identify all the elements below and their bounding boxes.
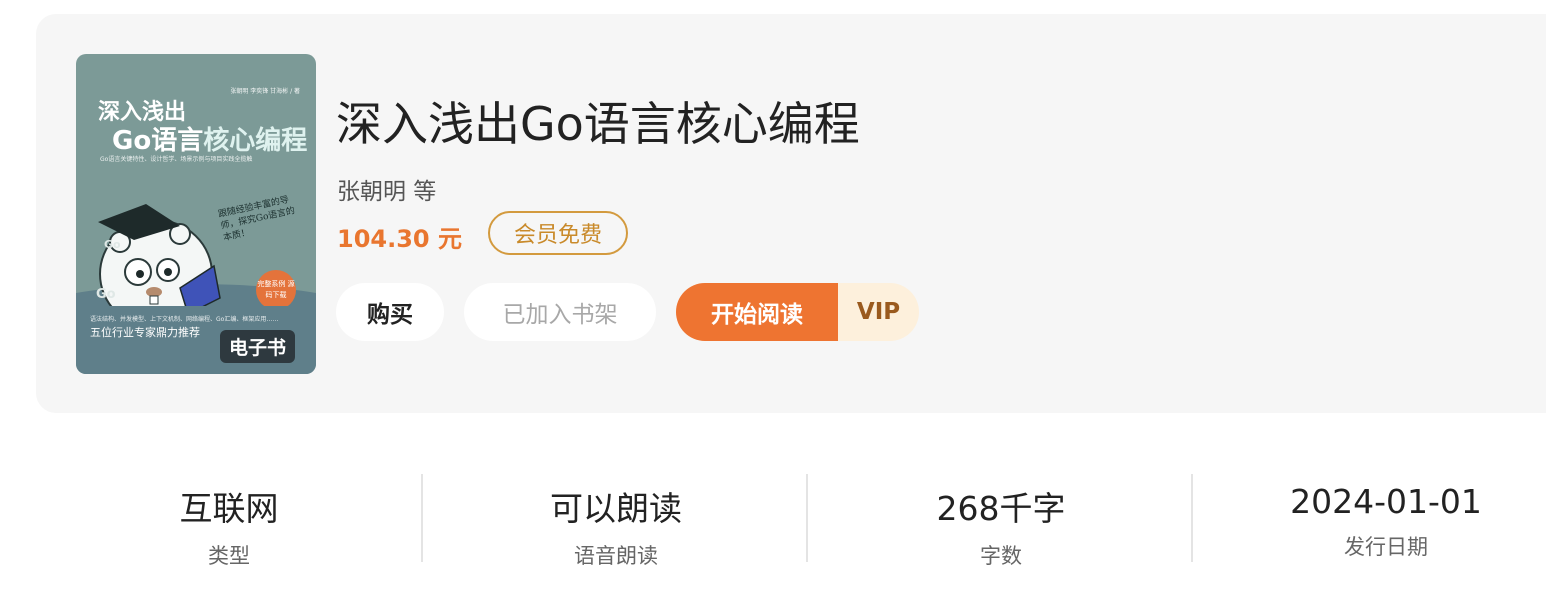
ebook-badge: 电子书 bbox=[220, 330, 296, 363]
cover-authors: 张朝明 李奕锋 甘海彬 / 著 bbox=[230, 88, 300, 95]
stat-word-count: 268千字 字数 bbox=[808, 474, 1194, 568]
stat-value: 2024-01-01 bbox=[1290, 482, 1482, 521]
stat-label: 类型 bbox=[208, 544, 250, 568]
start-reading-label: 开始阅读 bbox=[676, 283, 838, 341]
cover-sticker: 完整系例 源码下载 bbox=[256, 270, 296, 310]
svg-text:Go: Go bbox=[96, 287, 116, 302]
stat-value: 可以朗读 bbox=[550, 489, 682, 528]
start-reading-button[interactable]: 开始阅读 VIP bbox=[676, 283, 919, 341]
book-price: 104.30 元 bbox=[337, 225, 462, 253]
stat-release-date: 2024-01-01 发行日期 bbox=[1193, 474, 1546, 564]
buy-button[interactable]: 购买 bbox=[336, 283, 444, 341]
cover-title-go: Go语言 bbox=[112, 126, 204, 156]
stat-divider bbox=[1191, 474, 1193, 562]
cover-subtitle: Go语言关键特性、设计哲学、场景示例与项目实践全揽触 bbox=[100, 156, 253, 163]
book-cover[interactable]: 张朝明 李奕锋 甘海彬 / 著 深入浅出 Go语言核心编程 Go语言关键特性、设… bbox=[76, 54, 316, 374]
stat-label: 字数 bbox=[980, 544, 1022, 568]
added-to-shelf-button[interactable]: 已加入书架 bbox=[464, 283, 656, 341]
book-author[interactable]: 张朝明 等 bbox=[337, 172, 436, 206]
stat-divider bbox=[806, 474, 808, 562]
stat-value: 268千字 bbox=[936, 489, 1066, 528]
svg-text:Go: Go bbox=[104, 238, 121, 251]
cover-title-core: 核心编程 bbox=[203, 126, 308, 156]
cover-title-line2: Go语言核心编程 bbox=[112, 120, 307, 157]
stat-value: 互联网 bbox=[179, 489, 279, 528]
stat-label: 发行日期 bbox=[1344, 535, 1428, 559]
stat-label: 语音朗读 bbox=[574, 544, 658, 568]
member-free-badge: 会员免费 bbox=[488, 211, 628, 255]
cover-recommend: 五位行业专家鼎力推荐 bbox=[90, 326, 200, 339]
cover-topics: 语法结构、并发模型、上下文机制、网络编程、Go汇编、框架应用…… bbox=[90, 316, 279, 323]
stat-category: 互联网 类型 bbox=[36, 474, 422, 568]
stat-audio: 可以朗读 语音朗读 bbox=[423, 474, 809, 568]
stat-divider bbox=[421, 474, 423, 562]
vip-label: VIP bbox=[856, 299, 901, 325]
book-title: 深入浅出Go语言核心编程 bbox=[336, 97, 860, 151]
book-stats: 互联网 类型 可以朗读 语音朗读 268千字 字数 2024-01-01 发行日… bbox=[36, 474, 1536, 568]
